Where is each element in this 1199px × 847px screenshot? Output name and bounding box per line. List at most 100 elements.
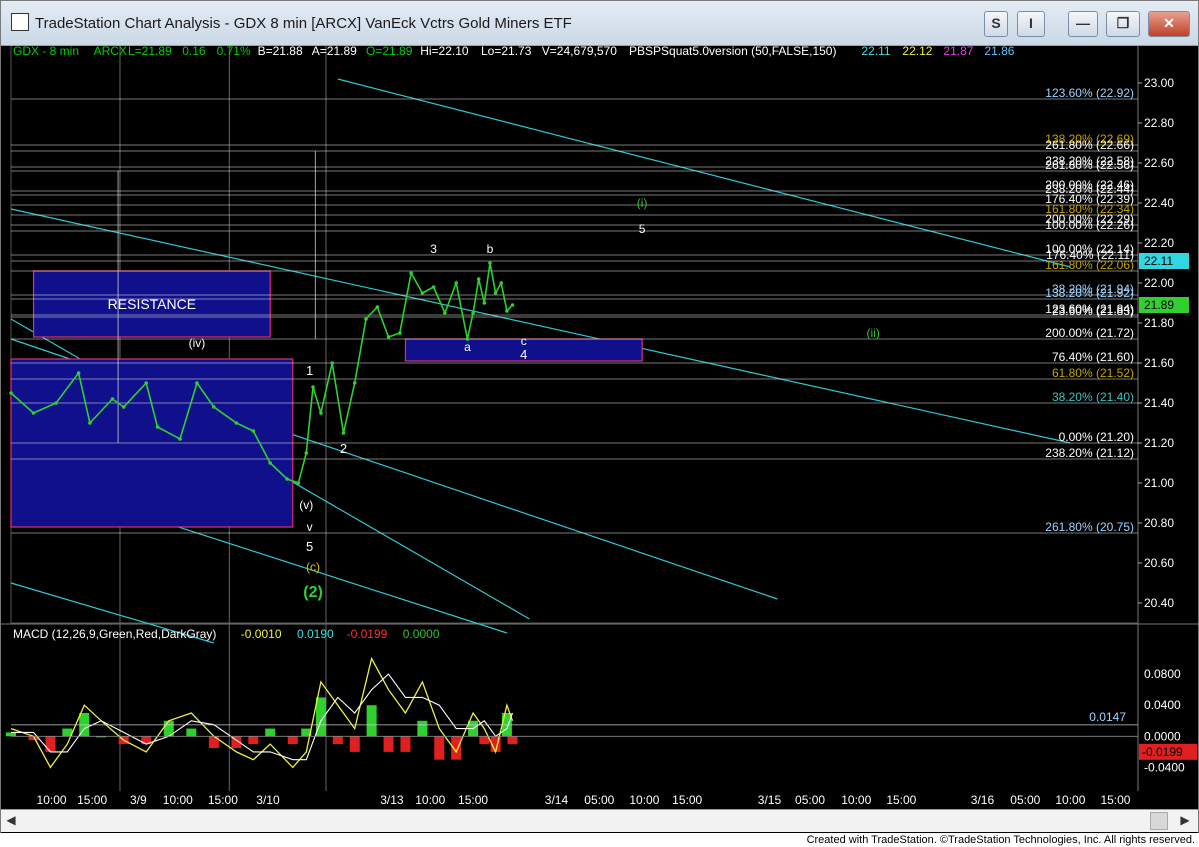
price-point: [341, 431, 346, 435]
macd-histogram-bar: [265, 728, 276, 737]
window-title: TradeStation Chart Analysis - GDX 8 min …: [35, 15, 572, 32]
scroll-left-icon[interactable]: ◀: [3, 812, 19, 828]
wave-label: 4: [520, 347, 527, 362]
fib-level-label: 76.40% (21.60): [1052, 350, 1134, 364]
quote-field: L=21.89: [128, 44, 172, 58]
price-point: [88, 421, 92, 425]
quote-field: GDX - 8 min: [13, 44, 79, 58]
price-point: [304, 451, 309, 455]
fib-level-label: 0.00% (21.20): [1059, 430, 1134, 444]
macd-histogram-bar: [417, 720, 428, 737]
quote-field: ARCX: [94, 44, 127, 58]
fib-level-label: 23.60% (21.83): [1052, 304, 1134, 318]
tradestation-app-icon: [11, 13, 29, 31]
price-point: [54, 401, 58, 405]
price-point: [285, 477, 289, 481]
quote-header: GDX - 8 min ARCX L=21.89 0.16 0.71% B=21.88 A=…: [13, 44, 1015, 58]
price-tick-label: 22.20: [1144, 236, 1174, 250]
price-marker-label: 22.11: [1144, 254, 1173, 268]
time-tick-label: 10:00: [37, 793, 67, 807]
price-tick-label: 21.00: [1144, 476, 1174, 490]
footer: Created with TradeStation. ©TradeStation…: [0, 833, 1199, 847]
wave-label: (v): [299, 498, 313, 512]
quote-field: PBSPSquat5.0version (50,FALSE,150): [629, 44, 836, 58]
scroll-thumb[interactable]: [1150, 812, 1168, 830]
price-point: [110, 397, 115, 401]
time-tick-label: 05:00: [584, 793, 614, 807]
price-point: [195, 381, 199, 385]
title-bar: TradeStation Chart Analysis - GDX 8 min …: [1, 1, 1198, 46]
wave-label: 3: [430, 242, 437, 256]
macd-header-text: MACD (12,26,9,Green,Red,DarkGray): [13, 627, 216, 641]
price-point: [476, 277, 481, 281]
price-point: [505, 309, 509, 313]
price-point: [155, 425, 160, 429]
fib-level-label: 61.80% (21.52): [1052, 366, 1134, 380]
scroll-right-icon[interactable]: ▶: [1177, 812, 1193, 828]
time-tick-label: 15:00: [886, 793, 916, 807]
macd-histogram-bar: [6, 732, 16, 737]
price-point: [251, 429, 256, 433]
fib-level-label: 138.20% (21.92): [1045, 286, 1134, 300]
price-tick-label: 21.20: [1144, 436, 1174, 450]
i-menu-button[interactable]: I: [1017, 11, 1045, 37]
price-tick-label: 22.40: [1144, 196, 1174, 210]
macd-histogram-bar: [45, 736, 56, 752]
time-tick-label: 10:00: [629, 793, 659, 807]
maximize-button[interactable]: ❐: [1106, 11, 1140, 37]
price-tick-label: 20.40: [1144, 596, 1174, 610]
price-tick-label: 22.80: [1144, 116, 1174, 130]
macd-histogram-bar: [332, 736, 343, 745]
close-button[interactable]: ✕: [1148, 11, 1190, 37]
price-point: [296, 481, 301, 485]
fib-level-label: 261.80% (22.56): [1045, 158, 1134, 172]
time-tick-label: 15:00: [672, 793, 702, 807]
time-tick-label: 3/14: [545, 793, 569, 807]
chart-window: 23.00 22.80 22.60 22.40 22.20 22.00 21.80 21.60…: [0, 0, 1199, 834]
quote-field: V=24,679,570: [542, 44, 617, 58]
price-point: [482, 301, 487, 305]
horizontal-scrollbar[interactable]: ◀ ▶: [1, 809, 1198, 832]
resistance-label: RESISTANCE: [108, 296, 196, 312]
price-point: [268, 461, 273, 465]
price-point: [443, 311, 447, 315]
price-point: [398, 331, 402, 335]
price-point: [454, 281, 458, 285]
price-point: [212, 405, 216, 409]
wave-label: a: [464, 340, 471, 354]
macd-header-text: 0.0190: [297, 627, 334, 641]
price-point: [409, 271, 413, 275]
fib-level-label: 161.80% (22.06): [1045, 258, 1134, 272]
quote-field: Lo=21.73: [481, 44, 532, 58]
wave-label: 2: [340, 441, 347, 456]
time-tick-label: 10:00: [415, 793, 445, 807]
fib-level-label: 100.00% (22.26): [1045, 218, 1134, 232]
fib-level-label: 38.20% (21.40): [1052, 390, 1134, 404]
price-tick-label: 21.80: [1144, 316, 1174, 330]
time-tick-label: 3/15: [758, 793, 782, 807]
minimize-button[interactable]: —: [1068, 11, 1098, 37]
time-tick-label: 15:00: [458, 793, 488, 807]
macd-tick-label: 0.0000: [1144, 729, 1181, 743]
price-point: [311, 385, 315, 389]
wave-label: (iv): [189, 336, 206, 350]
price-point: [431, 285, 436, 289]
wave-label: (i): [637, 196, 648, 210]
time-tick-label: 05:00: [795, 793, 825, 807]
macd-histogram-bar: [186, 728, 197, 737]
price-point: [510, 303, 515, 307]
fib-level-label: 123.60% (22.92): [1045, 86, 1134, 100]
wave-label: (2): [303, 584, 323, 601]
s-menu-button[interactable]: S: [984, 11, 1008, 37]
macd-tick-label: 0.0800: [1144, 667, 1181, 681]
macd-tick-label: -0.0400: [1144, 760, 1185, 774]
price-point: [420, 291, 425, 295]
macd-histogram-bar: [349, 736, 360, 752]
time-tick-label: 10:00: [163, 793, 193, 807]
macd-histogram-bar: [287, 736, 298, 745]
price-point: [499, 281, 504, 285]
time-tick-label: 3/9: [130, 793, 147, 807]
wave-label: c: [521, 334, 527, 348]
price-tick-label: 22.00: [1144, 276, 1174, 290]
macd-histogram-bar: [434, 736, 445, 760]
